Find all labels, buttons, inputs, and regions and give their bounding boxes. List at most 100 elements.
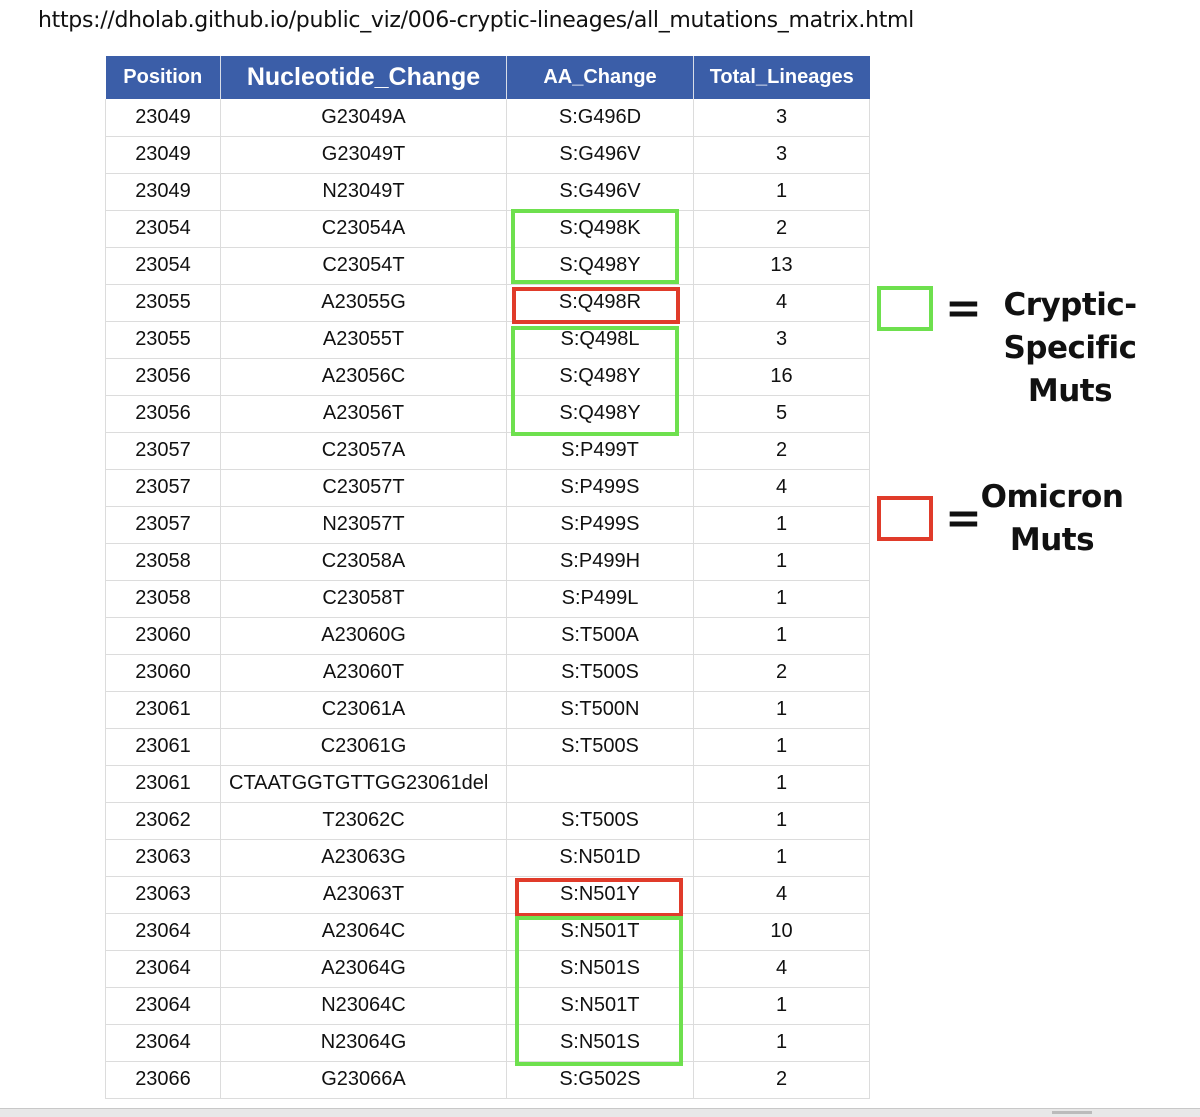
omicron-legend-label: Omicron Muts: [968, 476, 1136, 562]
cell-position: 23064: [105, 913, 221, 951]
table-row: 23057 C23057A S:P499T 2: [105, 432, 870, 470]
cell-position: 23064: [105, 1024, 221, 1062]
cell-total-lineages: 1: [693, 691, 870, 729]
cell-total-lineages: 1: [693, 580, 870, 618]
cryptic-legend-label: Cryptic- Specific Muts: [962, 284, 1178, 413]
cell-position: 23057: [105, 469, 221, 507]
cell-position: 23056: [105, 358, 221, 396]
cell-total-lineages: 4: [693, 950, 870, 988]
cell-nucleotide-change: CTAATGGTGTTGG23061del: [220, 765, 507, 803]
cell-position: 23054: [105, 210, 221, 248]
table-row: 23064 N23064G S:N501S 1: [105, 1024, 870, 1062]
cell-total-lineages: 1: [693, 173, 870, 211]
table-row: 23057 N23057T S:P499S 1: [105, 506, 870, 544]
cell-position: 23062: [105, 802, 221, 840]
cell-total-lineages: 4: [693, 469, 870, 507]
column-header-nucleotide-change[interactable]: Nucleotide_Change: [220, 56, 507, 99]
cell-aa-change: S:Q498Y: [506, 247, 694, 285]
cell-position: 23061: [105, 691, 221, 729]
cell-position: 23066: [105, 1061, 221, 1099]
table-row: 23064 N23064C S:N501T 1: [105, 987, 870, 1025]
cell-total-lineages: 2: [693, 654, 870, 692]
cell-position: 23060: [105, 654, 221, 692]
table-row: 23064 A23064G S:N501S 4: [105, 950, 870, 988]
table-row: 23058 C23058A S:P499H 1: [105, 543, 870, 581]
cell-aa-change: S:T500A: [506, 617, 694, 655]
table-row: 23061 C23061G S:T500S 1: [105, 728, 870, 766]
cell-nucleotide-change: C23057T: [220, 469, 507, 507]
cell-total-lineages: 1: [693, 543, 870, 581]
cell-position: 23056: [105, 395, 221, 433]
cell-position: 23058: [105, 543, 221, 581]
cell-aa-change: S:Q498Y: [506, 358, 694, 396]
table-row: 23056 A23056T S:Q498Y 5: [105, 395, 870, 433]
cell-aa-change: S:Q498Y: [506, 395, 694, 433]
omicron-legend-swatch: [877, 496, 933, 541]
cell-aa-change: S:T500S: [506, 728, 694, 766]
cell-total-lineages: 1: [693, 765, 870, 803]
cell-nucleotide-change: G23049A: [220, 99, 507, 137]
cell-aa-change: S:P499S: [506, 506, 694, 544]
cell-position: 23061: [105, 765, 221, 803]
table-row: 23066 G23066A S:G502S 2: [105, 1061, 870, 1099]
cell-aa-change: S:N501T: [506, 987, 694, 1025]
cell-nucleotide-change: A23060T: [220, 654, 507, 692]
cell-nucleotide-change: N23057T: [220, 506, 507, 544]
page-url: https://dholab.github.io/public_viz/006-…: [38, 8, 914, 33]
table-row: 23058 C23058T S:P499L 1: [105, 580, 870, 618]
cell-aa-change: S:Q498K: [506, 210, 694, 248]
cell-total-lineages: 4: [693, 876, 870, 914]
cell-nucleotide-change: C23061A: [220, 691, 507, 729]
cell-nucleotide-change: C23058A: [220, 543, 507, 581]
column-header-total-lineages[interactable]: Total_Lineages: [693, 56, 870, 99]
cell-nucleotide-change: N23049T: [220, 173, 507, 211]
table-header-row: Position Nucleotide_Change AA_Change Tot…: [105, 56, 870, 99]
cell-position: 23063: [105, 876, 221, 914]
table-row: 23055 A23055G S:Q498R 4: [105, 284, 870, 322]
table-row: 23049 N23049T S:G496V 1: [105, 173, 870, 211]
cell-aa-change: S:G496V: [506, 136, 694, 174]
cell-position: 23057: [105, 432, 221, 470]
cell-aa-change: [506, 765, 694, 803]
table-row: 23049 G23049A S:G496D 3: [105, 99, 870, 137]
cell-position: 23057: [105, 506, 221, 544]
cell-nucleotide-change: A23063T: [220, 876, 507, 914]
cell-nucleotide-change: G23049T: [220, 136, 507, 174]
cryptic-legend-line2: Specific Muts: [1003, 330, 1137, 409]
table-row: 23063 A23063G S:N501D 1: [105, 839, 870, 877]
cell-position: 23063: [105, 839, 221, 877]
column-header-position[interactable]: Position: [105, 56, 221, 99]
cell-aa-change: S:G496V: [506, 173, 694, 211]
cell-nucleotide-change: C23054T: [220, 247, 507, 285]
cell-total-lineages: 16: [693, 358, 870, 396]
column-header-aa-change[interactable]: AA_Change: [506, 56, 694, 99]
table-row: 23061 C23061A S:T500N 1: [105, 691, 870, 729]
cell-aa-change: S:N501Y: [506, 876, 694, 914]
cell-aa-change: S:G496D: [506, 99, 694, 137]
table-row: 23061 CTAATGGTGTTGG23061del 1: [105, 765, 870, 803]
cell-position: 23054: [105, 247, 221, 285]
omicron-legend-line2: Muts: [1009, 522, 1095, 558]
cell-aa-change: S:N501D: [506, 839, 694, 877]
cell-nucleotide-change: G23066A: [220, 1061, 507, 1099]
table-row: 23055 A23055T S:Q498L 3: [105, 321, 870, 359]
cell-nucleotide-change: C23057A: [220, 432, 507, 470]
cell-nucleotide-change: A23055G: [220, 284, 507, 322]
cell-nucleotide-change: C23061G: [220, 728, 507, 766]
table-row: 23054 C23054A S:Q498K 2: [105, 210, 870, 248]
cell-nucleotide-change: A23064G: [220, 950, 507, 988]
cell-total-lineages: 3: [693, 136, 870, 174]
cell-nucleotide-change: A23060G: [220, 617, 507, 655]
cryptic-legend-swatch: [877, 286, 933, 331]
cell-total-lineages: 1: [693, 802, 870, 840]
cell-aa-change: S:G502S: [506, 1061, 694, 1099]
cell-nucleotide-change: A23056T: [220, 395, 507, 433]
cell-position: 23064: [105, 987, 221, 1025]
cell-position: 23064: [105, 950, 221, 988]
scrollbar-thumb[interactable]: [1052, 1111, 1092, 1114]
cell-nucleotide-change: T23062C: [220, 802, 507, 840]
cell-position: 23049: [105, 173, 221, 211]
table-row: 23064 A23064C S:N501T 10: [105, 913, 870, 951]
cell-position: 23060: [105, 617, 221, 655]
cell-aa-change: S:P499H: [506, 543, 694, 581]
